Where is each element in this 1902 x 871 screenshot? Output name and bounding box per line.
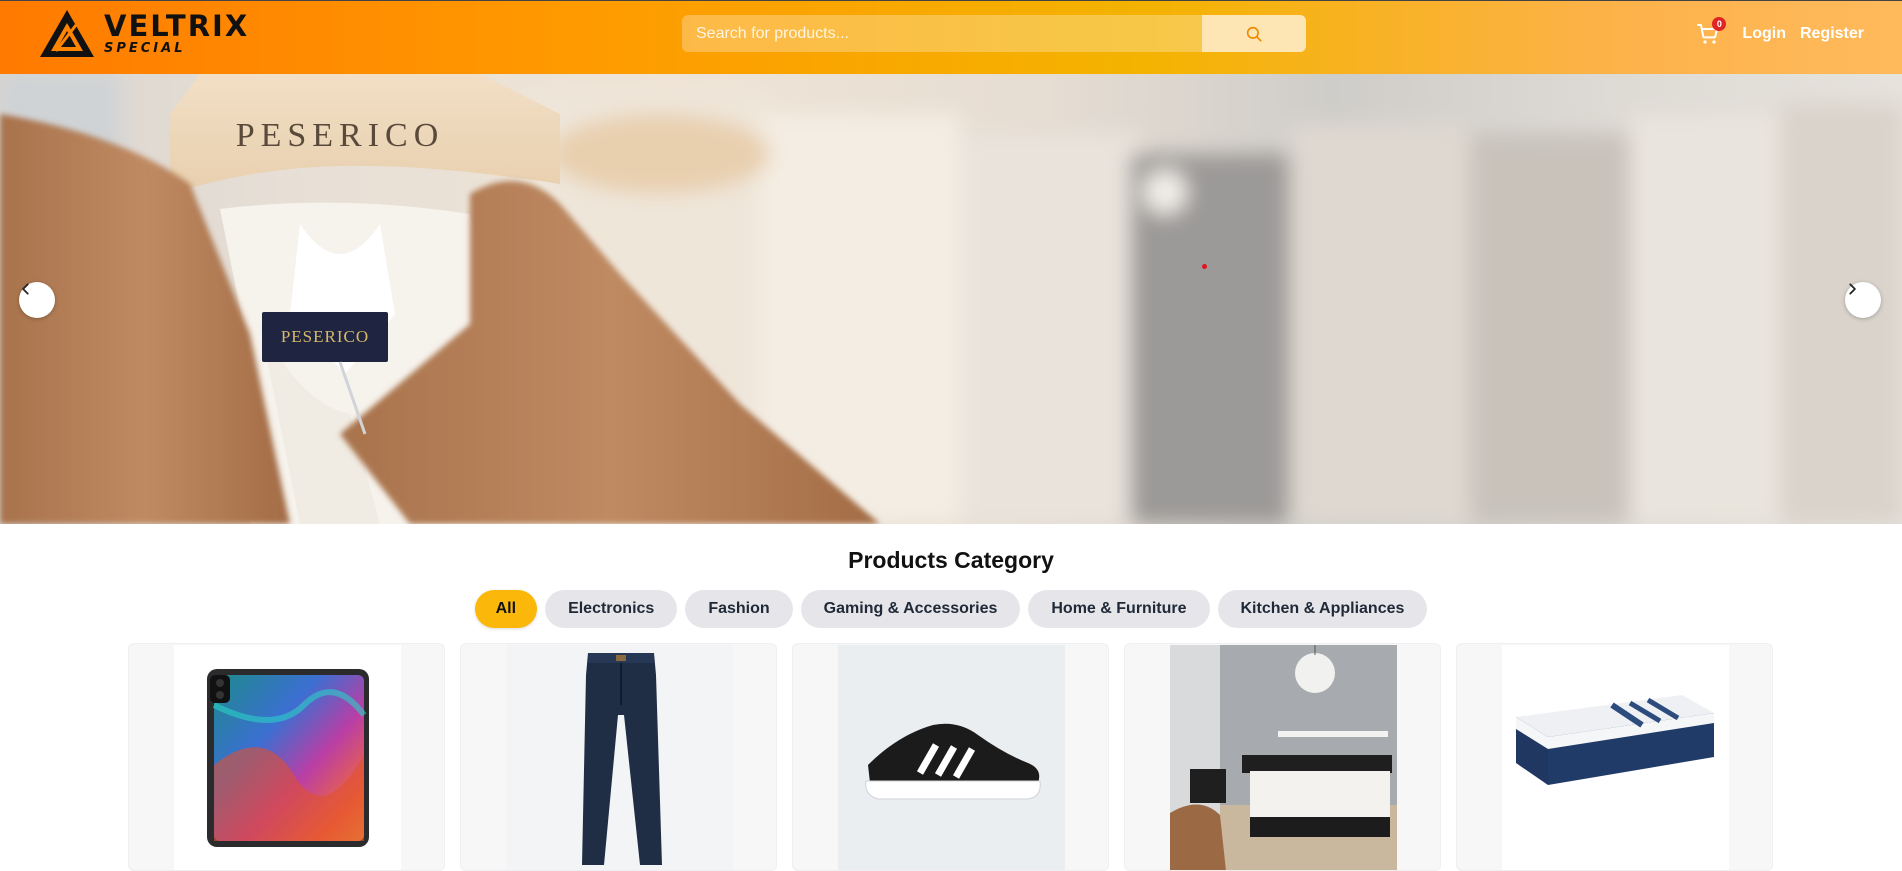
category-chip-electronics[interactable]: Electronics xyxy=(545,590,678,628)
login-link[interactable]: Login xyxy=(1742,25,1786,43)
carousel-indicator[interactable] xyxy=(1202,264,1207,269)
category-chip-gaming[interactable]: Gaming & Accessories xyxy=(800,590,1021,628)
hero-carousel: PESERICO PESERICO xyxy=(0,74,1902,524)
tablet-image xyxy=(174,645,401,870)
logo[interactable]: VELTRIX SPECIAL xyxy=(38,7,249,59)
hero-image: PESERICO PESERICO xyxy=(0,74,1902,524)
product-card[interactable] xyxy=(460,643,777,871)
carousel-prev-button[interactable] xyxy=(19,282,55,318)
carousel-next-button[interactable] xyxy=(1845,282,1881,318)
jeans-image xyxy=(506,645,733,870)
bedroom-image xyxy=(1170,645,1397,870)
logo-title: VELTRIX xyxy=(104,8,250,43)
logo-subtitle: SPECIAL xyxy=(104,40,186,56)
clothing-label-text: PESERICO xyxy=(281,327,369,346)
register-link[interactable]: Register xyxy=(1800,25,1864,43)
category-chip-kitchen[interactable]: Kitchen & Appliances xyxy=(1217,590,1428,628)
category-chip-home[interactable]: Home & Furniture xyxy=(1028,590,1210,628)
product-grid xyxy=(128,643,1773,871)
search-icon xyxy=(1246,26,1262,42)
search-bar xyxy=(682,15,1306,52)
search-button[interactable] xyxy=(1202,15,1306,52)
category-chip-all[interactable]: All xyxy=(474,590,538,628)
mattress-image xyxy=(1502,645,1729,870)
logo-icon xyxy=(40,10,94,57)
chevron-right-icon xyxy=(1849,283,1856,295)
section-title: Products Category xyxy=(848,547,1054,573)
category-chip-fashion[interactable]: Fashion xyxy=(685,590,793,628)
search-input[interactable] xyxy=(682,15,1202,52)
hanger-brand-text: PESERICO xyxy=(236,117,445,154)
sneaker-image xyxy=(838,645,1065,870)
product-card[interactable] xyxy=(792,643,1109,871)
header-nav: 0 Login Register xyxy=(1694,17,1864,48)
site-header: VELTRIX SPECIAL 0 Login Register xyxy=(0,0,1902,74)
product-card[interactable] xyxy=(128,643,445,871)
product-card[interactable] xyxy=(1456,643,1773,871)
category-filter: All Electronics Fashion Gaming & Accesso… xyxy=(0,590,1902,628)
cart-count-badge: 0 xyxy=(1712,17,1727,31)
chevron-left-icon xyxy=(22,283,29,295)
product-card[interactable] xyxy=(1124,643,1441,871)
cart-button[interactable]: 0 xyxy=(1694,17,1727,48)
